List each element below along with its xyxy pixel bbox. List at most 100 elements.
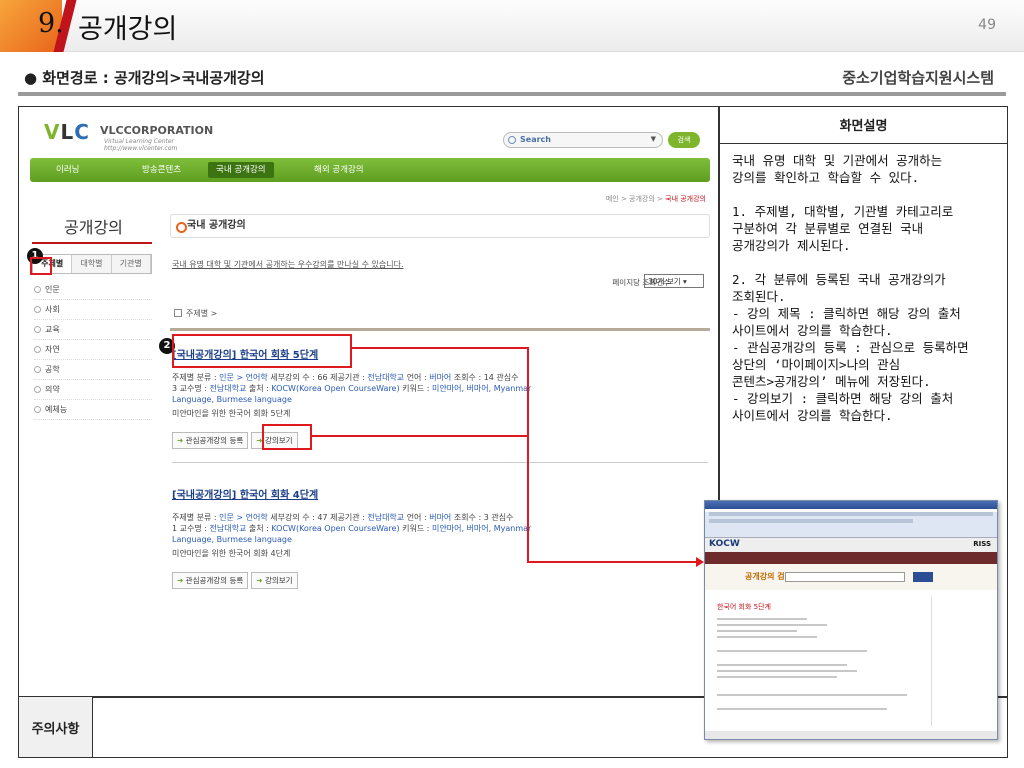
tab-institution[interactable]: 기관별 xyxy=(111,255,151,273)
course-actions: 관심공개강의 등록 강의보기 xyxy=(172,572,708,589)
slide-header: 9. 공개강의 49 xyxy=(0,0,1024,52)
slide-title: 공개강의 xyxy=(78,14,178,45)
filter-label: 주제별 > xyxy=(186,309,218,318)
description-body: 국내 유명 대학 및 기관에서 공개하는 강의를 확인하고 학습할 수 있다. … xyxy=(732,153,969,423)
keyword-link[interactable]: 미얀마어, 버마어, Myanmar xyxy=(432,384,531,393)
language-link[interactable]: 버마어 xyxy=(429,373,451,382)
professor-link[interactable]: 전남대학교 xyxy=(210,384,247,393)
sidebar-item-arts[interactable]: 예체능 xyxy=(34,400,152,420)
keyword-link[interactable]: Language, Burmese language xyxy=(172,395,292,404)
meta-label: 키워드 : xyxy=(399,524,433,533)
source-site-screenshot: KOCW RISS 공개강의 검색 한국어 회화 5단계 xyxy=(704,500,998,740)
sidebar-item-label: 의약 xyxy=(45,385,60,394)
bullet-icon xyxy=(34,406,41,413)
main-content: 국내 공개강의 국내 유명 대학 및 기관에서 공개하는 우수강의를 만나실 수… xyxy=(170,214,710,592)
inset-sidebar xyxy=(931,596,991,726)
source-link[interactable]: KOCW(Korea Open CourseWare) xyxy=(271,384,399,393)
meta-label: 주제별 분류 : xyxy=(172,373,220,382)
nav-elearning[interactable]: 이러닝 xyxy=(56,158,79,182)
view-lecture-button[interactable]: 강의보기 xyxy=(251,572,298,589)
bullet-icon xyxy=(34,326,41,333)
inset-titlebar xyxy=(705,501,997,509)
category-link[interactable]: 인문 > 언어학 xyxy=(219,513,268,522)
inset-toolbar-line xyxy=(709,519,914,523)
inset-body: 한국어 회화 5단계 xyxy=(705,590,997,739)
nav-domestic-lectures[interactable]: 국내 공개강의 xyxy=(208,162,274,178)
course-title-link[interactable]: [국내공개강의] 한국어 회화 4단계 xyxy=(172,486,708,501)
add-favorite-button[interactable]: 관심공개강의 등록 xyxy=(172,572,249,589)
keyword-link[interactable]: Language, Burmese language xyxy=(172,535,292,544)
course-description: 미얀마인을 위한 한국어 회화 5단계 xyxy=(172,409,291,418)
search-input[interactable]: Search ▼ xyxy=(503,132,663,148)
sidebar-item-label: 공학 xyxy=(45,365,60,374)
breadcrumb: 메인 > 공개강의 > 국내 공개강의 xyxy=(606,194,706,204)
bullet-icon xyxy=(34,366,41,373)
item-separator xyxy=(172,462,708,463)
sidebar-item-label: 사회 xyxy=(45,305,60,314)
inset-toolbar xyxy=(705,512,997,538)
breadcrumb-current: 국내 공개강의 xyxy=(665,195,706,203)
sidebar-item-medicine[interactable]: 의약 xyxy=(34,380,152,400)
category-link[interactable]: 인문 > 언어학 xyxy=(219,373,268,382)
meta-label: 세부강의 수 : 47 제공기관 : xyxy=(267,513,368,522)
page-number: 49 xyxy=(978,17,996,33)
add-favorite-button[interactable]: 관심공개강의 등록 xyxy=(172,432,249,449)
search-button[interactable]: 검색 xyxy=(668,132,700,148)
sidebar-item-social[interactable]: 사회 xyxy=(34,300,152,320)
vlc-logo[interactable]: VLC xyxy=(44,120,90,144)
logo-letter-v: V xyxy=(44,120,61,144)
main-nav: 이러닝 방송콘텐츠 국내 공개강의 해외 공개강의 xyxy=(30,158,710,182)
meta-label: 출처 : xyxy=(246,524,272,533)
sidebar-item-science[interactable]: 자연 xyxy=(34,340,152,360)
professor-link[interactable]: 전남대학교 xyxy=(210,524,247,533)
screen-path: ● 화면경로 : 공개강의>국내공개강의 xyxy=(24,69,265,87)
corp-subtitle-line1: Virtual Learning Center xyxy=(104,138,175,145)
nav-broadcast[interactable]: 방송콘텐츠 xyxy=(142,158,181,182)
provider-link[interactable]: 전남대학교 xyxy=(367,373,404,382)
keyword-link[interactable]: 미얀마어, 버마어, Myanmar xyxy=(432,524,531,533)
logo-letter-c: C xyxy=(74,120,90,144)
inset-text-line xyxy=(717,630,797,632)
inset-text-line xyxy=(717,618,807,620)
course-meta: 주제별 분류 : 인문 > 언어학 세부강의 수 : 66 제공기관 : 전남대… xyxy=(172,372,708,405)
per-page-select[interactable]: 30개 보기 ▾ xyxy=(644,274,704,288)
sidebar-title: 공개강의 xyxy=(64,218,123,237)
inset-logo: KOCW xyxy=(709,539,740,549)
connector-line xyxy=(527,561,697,563)
page-title: 국내 공개강의 xyxy=(170,214,710,238)
logo-letter-l: L xyxy=(60,120,75,144)
nav-foreign-lectures[interactable]: 해외 공개강의 xyxy=(314,158,364,182)
filter-toggle[interactable]: 주제별 > xyxy=(174,308,217,319)
website-mockup: VLC VLCCORPORATION Virtual Learning Cent… xyxy=(30,114,710,592)
meta-label: 언어 : xyxy=(404,373,430,382)
inset-text-line xyxy=(717,708,887,710)
inset-text-line xyxy=(717,624,827,626)
sidebar-item-label: 교육 xyxy=(45,325,60,334)
search-icon xyxy=(508,136,516,144)
tab-university[interactable]: 대학별 xyxy=(72,255,112,273)
sidebar-item-humanities[interactable]: 인문 xyxy=(34,280,152,300)
inset-text-line xyxy=(717,670,857,672)
language-link[interactable]: 버마어 xyxy=(429,513,451,522)
bullet-icon xyxy=(34,286,41,293)
connector-line xyxy=(352,347,528,349)
chevron-down-icon[interactable]: ▼ xyxy=(651,135,656,143)
meta-label: 언어 : xyxy=(404,513,430,522)
inset-search: 공개강의 검색 xyxy=(705,564,997,590)
inset-statusbar xyxy=(705,731,997,739)
inset-text-line xyxy=(717,650,867,652)
sidebar-item-education[interactable]: 교육 xyxy=(34,320,152,340)
inset-text-line xyxy=(717,664,847,666)
meta-label: 교수명 : xyxy=(177,384,210,393)
meta-label: 세부강의 수 : 66 제공기관 : xyxy=(267,373,368,382)
source-link[interactable]: KOCW(Korea Open CourseWare) xyxy=(271,524,399,533)
provider-link[interactable]: 전남대학교 xyxy=(367,513,404,522)
intro-text: 국내 유명 대학 및 기관에서 공개하는 우수강의를 만나실 수 있습니다. xyxy=(172,260,404,269)
notes-header: 주의사항 xyxy=(19,697,93,757)
inset-search-button xyxy=(913,572,933,582)
per-page-value: 30개 보기 xyxy=(648,277,681,286)
meta-label: 출처 : xyxy=(246,384,272,393)
sidebar-title-rule xyxy=(32,242,152,244)
sidebar-item-engineering[interactable]: 공학 xyxy=(34,360,152,380)
bullet-icon xyxy=(34,306,41,313)
